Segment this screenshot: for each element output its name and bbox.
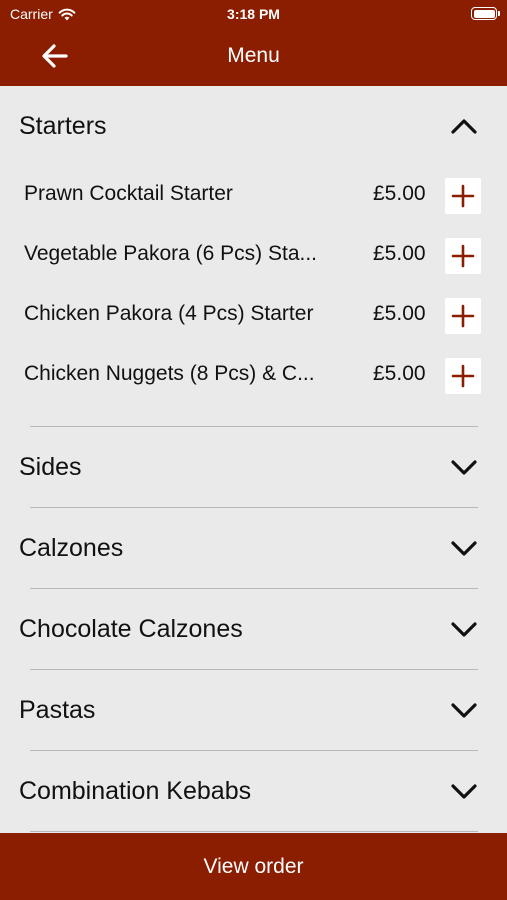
section-label: Combination Kebabs (19, 777, 252, 805)
section-label: Calzones (19, 534, 124, 562)
item-name: Vegetable Pakora (6 Pcs) Sta... (24, 242, 317, 265)
list-item: Chicken Pakora (4 Pcs) Starter £5.00 (0, 286, 507, 346)
section-header-combination-kebabs[interactable]: Combination Kebabs (0, 751, 507, 831)
view-order-button[interactable]: View order (0, 833, 507, 900)
item-name: Chicken Nuggets (8 Pcs) & C... (24, 362, 315, 385)
chevron-down-icon (451, 703, 477, 718)
battery-icon (471, 7, 500, 20)
item-price: £5.00 (373, 182, 426, 205)
section-label: Chocolate Calzones (19, 615, 243, 643)
list-item: Vegetable Pakora (6 Pcs) Sta... £5.00 (0, 226, 507, 286)
add-item-button[interactable] (445, 238, 481, 274)
status-time: 3:18 PM (227, 6, 280, 22)
list-item: Prawn Cocktail Starter £5.00 (0, 166, 507, 226)
section-label: Starters (19, 112, 107, 140)
item-price: £5.00 (373, 242, 426, 265)
chevron-down-icon (451, 784, 477, 799)
add-item-button[interactable] (445, 358, 481, 394)
item-name: Chicken Pakora (4 Pcs) Starter (24, 302, 314, 325)
menu-list: Starters Prawn Cocktail Starter £5.00 Ve… (0, 86, 507, 833)
item-price: £5.00 (373, 302, 426, 325)
navigation-bar: Menu (0, 36, 507, 76)
section-header-pastas[interactable]: Pastas (0, 670, 507, 750)
divider (30, 831, 478, 832)
status-bar: Carrier 3:18 PM (0, 0, 507, 28)
chevron-up-icon (451, 119, 477, 134)
add-item-button[interactable] (445, 178, 481, 214)
section-header-calzones[interactable]: Calzones (0, 508, 507, 588)
section-header-starters[interactable]: Starters (0, 86, 507, 166)
section-label: Sides (19, 453, 82, 481)
add-item-button[interactable] (445, 298, 481, 334)
section-header-chocolate-calzones[interactable]: Chocolate Calzones (0, 589, 507, 669)
section-header-sides[interactable]: Sides (0, 427, 507, 507)
chevron-down-icon (451, 460, 477, 475)
item-price: £5.00 (373, 362, 426, 385)
chevron-down-icon (451, 622, 477, 637)
section-label: Pastas (19, 696, 96, 724)
list-item: Chicken Nuggets (8 Pcs) & C... £5.00 (0, 346, 507, 406)
top-bar: Carrier 3:18 PM Menu (0, 0, 507, 86)
chevron-down-icon (451, 541, 477, 556)
page-title: Menu (227, 44, 280, 67)
item-name: Prawn Cocktail Starter (24, 182, 233, 205)
